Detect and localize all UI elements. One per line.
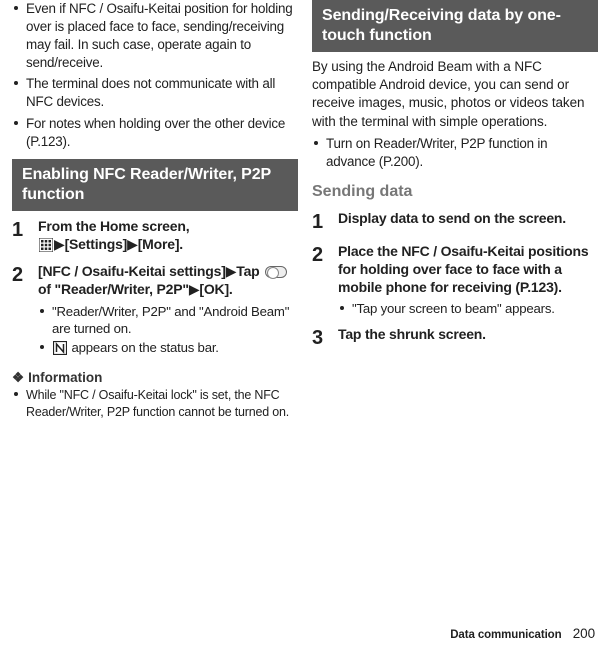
information-body: While "NFC / Osaifu-Keitai lock" is set,… — [12, 387, 298, 421]
step-number: 1 — [12, 217, 38, 244]
bullet-item: The terminal does not communicate with a… — [12, 75, 298, 111]
step-text: of "Reader/Writer, P2P" — [38, 281, 189, 297]
steps-list: 1 Display data to send on the screen. 2 … — [312, 209, 598, 353]
step-text: Tap — [236, 263, 259, 279]
toggle-switch-icon — [265, 266, 287, 278]
step-1: 1 From the Home screen, ▶[Settings]▶[Mor… — [12, 217, 298, 256]
step-text: [NFC / Osaifu-Keitai settings] — [38, 263, 226, 279]
step-2: 2 [NFC / Osaifu-Keitai settings]▶Tap of … — [12, 262, 298, 361]
bullet-item: For notes when holding over the other de… — [12, 115, 298, 151]
arrow-icon: ▶ — [127, 236, 138, 252]
bullet-item: Even if NFC / Osaifu-Keitai position for… — [12, 0, 298, 72]
information-heading: Information — [12, 369, 298, 387]
step-number: 2 — [12, 262, 38, 289]
intro-bullet-list: Turn on Reader/Writer, P2P function in a… — [312, 135, 598, 171]
step-text: From the Home screen, — [38, 218, 189, 234]
step-body: [NFC / Osaifu-Keitai settings]▶Tap of "R… — [38, 262, 298, 361]
sub-heading-sending-data: Sending data — [312, 181, 598, 203]
arrow-icon: ▶ — [189, 281, 200, 297]
step-body: Place the NFC / Osaifu-Keitai positions … — [338, 242, 598, 320]
right-column: Sending/Receiving data by one-touch func… — [312, 0, 598, 424]
nfc-n-icon — [53, 341, 67, 359]
intro-text: By using the Android Beam with a NFC com… — [312, 58, 598, 131]
intro-bullet-list: Even if NFC / Osaifu-Keitai position for… — [12, 0, 298, 151]
step-body: From the Home screen, ▶[Settings]▶[More]… — [38, 217, 298, 256]
step-sub: "Reader/Writer, P2P" and "Android Beam" … — [38, 303, 298, 359]
info-item: While "NFC / Osaifu-Keitai lock" is set,… — [12, 387, 298, 421]
step-number: 2 — [312, 242, 338, 269]
step-number: 3 — [312, 325, 338, 352]
steps-list: 1 From the Home screen, ▶[Settings]▶[Mor… — [12, 217, 298, 361]
apps-grid-icon — [39, 238, 53, 256]
step-text: [OK]. — [199, 281, 232, 297]
sub-bullet: appears on the status bar. — [38, 339, 298, 359]
page-footer: Data communication 200 — [450, 625, 595, 644]
step-body: Tap the shrunk screen. — [338, 325, 598, 343]
arrow-icon: ▶ — [226, 263, 237, 279]
section-header-enable-nfc: Enabling NFC Reader/Writer, P2P function — [12, 159, 298, 211]
page-number: 200 — [573, 626, 595, 641]
sub-bullet-text: appears on the status bar. — [68, 340, 219, 355]
section-header-send-receive: Sending/Receiving data by one-touch func… — [312, 0, 598, 52]
step-text: [Settings] — [65, 236, 128, 252]
step-2: 2 Place the NFC / Osaifu-Keitai position… — [312, 242, 598, 320]
arrow-icon: ▶ — [54, 236, 65, 252]
footer-section: Data communication — [450, 629, 561, 641]
bullet-item: Turn on Reader/Writer, P2P function in a… — [312, 135, 598, 171]
step-text: [More]. — [138, 236, 183, 252]
step-body: Display data to send on the screen. — [338, 209, 598, 227]
sub-bullet: "Reader/Writer, P2P" and "Android Beam" … — [38, 303, 298, 337]
step-number: 1 — [312, 209, 338, 236]
sub-bullet: "Tap your screen to beam" appears. — [338, 300, 598, 317]
step-1: 1 Display data to send on the screen. — [312, 209, 598, 236]
left-column: Even if NFC / Osaifu-Keitai position for… — [12, 0, 298, 424]
step-text: Place the NFC / Osaifu-Keitai positions … — [338, 243, 588, 295]
step-sub: "Tap your screen to beam" appears. — [338, 300, 598, 317]
step-3: 3 Tap the shrunk screen. — [312, 325, 598, 352]
